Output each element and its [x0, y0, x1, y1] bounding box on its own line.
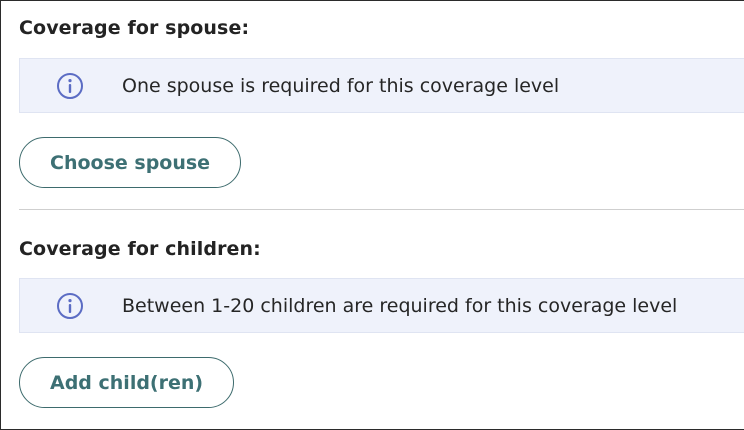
add-children-button[interactable]: Add child(ren): [19, 357, 235, 408]
info-circle-icon: [56, 72, 84, 100]
children-info-message: Between 1-20 children are required for t…: [122, 294, 678, 317]
children-section-heading: Coverage for children:: [19, 238, 261, 260]
children-info-banner: Between 1-20 children are required for t…: [19, 278, 744, 333]
spouse-info-message: One spouse is required for this coverage…: [122, 74, 560, 97]
spouse-section-heading: Coverage for spouse:: [19, 17, 250, 39]
spouse-info-banner: One spouse is required for this coverage…: [19, 58, 744, 113]
info-circle-icon: [56, 292, 84, 320]
choose-spouse-button[interactable]: Choose spouse: [19, 137, 242, 188]
section-divider: [19, 209, 744, 210]
coverage-panel: Coverage for spouse: One spouse is requi…: [0, 0, 744, 430]
